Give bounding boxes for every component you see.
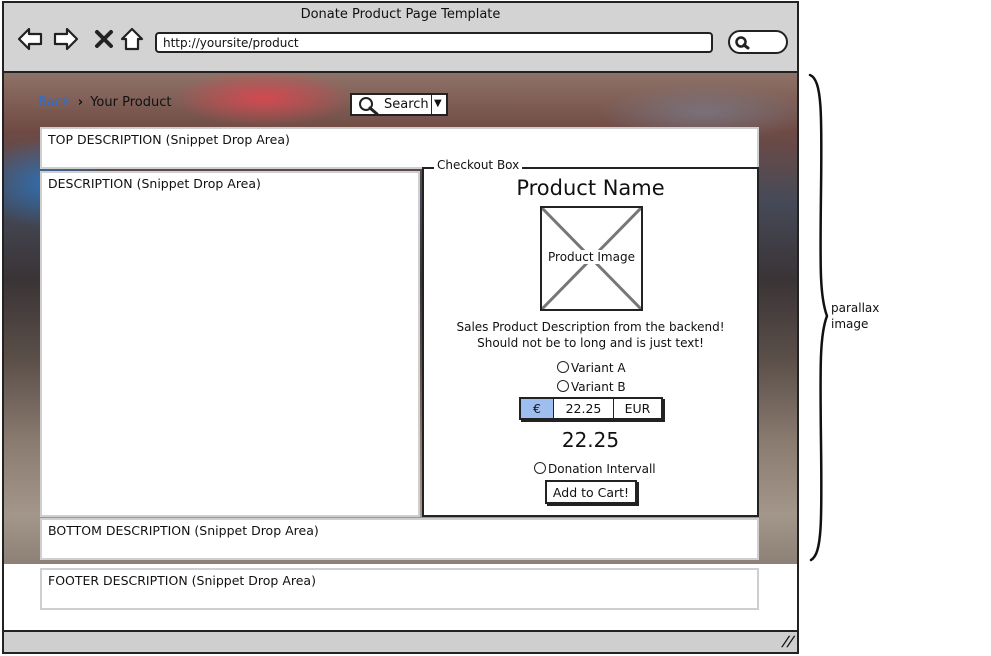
- search-label: Search: [384, 97, 429, 112]
- currency-code-button[interactable]: EUR: [614, 399, 661, 418]
- variant-b-label: Variant B: [571, 380, 626, 394]
- sales-description-line: Sales Product Description from the backe…: [456, 320, 725, 334]
- top-description-area[interactable]: TOP DESCRIPTION (Snippet Drop Area): [40, 127, 759, 169]
- radio-icon: [557, 361, 569, 373]
- variant-a-radio[interactable]: Variant A: [557, 361, 626, 375]
- resize-grip-icon[interactable]: //: [780, 634, 796, 650]
- donation-interval-label: Donation Intervall: [548, 462, 656, 476]
- bottom-description-area[interactable]: BOTTOM DESCRIPTION (Snippet Drop Area): [40, 518, 759, 560]
- footer-description-area[interactable]: FOOTER DESCRIPTION (Snippet Drop Area): [40, 568, 759, 610]
- search-icon: [359, 97, 379, 116]
- close-icon[interactable]: [90, 25, 118, 53]
- chevron-right-icon: ›: [77, 95, 84, 110]
- browser-titlebar: Donate Product Page Template http://your…: [4, 3, 797, 73]
- home-icon[interactable]: [118, 25, 146, 53]
- url-bar[interactable]: http://yoursite/product: [155, 32, 713, 53]
- curly-brace-icon: [808, 72, 830, 566]
- product-name: Product Name: [516, 176, 665, 200]
- breadcrumb: Back › Your Product: [38, 95, 171, 110]
- annotation-line: image: [831, 317, 869, 331]
- search-dropdown-toggle[interactable]: ▼: [431, 95, 447, 114]
- radio-icon: [534, 462, 546, 474]
- price-display: 22.25: [561, 428, 620, 452]
- donation-interval-radio[interactable]: Donation Intervall: [534, 462, 656, 476]
- add-to-cart-button[interactable]: Add to Cart!: [545, 480, 637, 504]
- product-image-label: Product Image: [545, 250, 638, 264]
- product-image: Product Image: [540, 206, 643, 311]
- window-title: Donate Product Page Template: [300, 7, 501, 22]
- browser-statusbar: //: [4, 630, 797, 652]
- annotation-line: parallax: [831, 301, 880, 315]
- search-icon: [735, 36, 750, 50]
- arrow-right-icon[interactable]: [52, 25, 80, 53]
- search-button[interactable]: Search ▼: [350, 93, 448, 116]
- arrow-left-icon[interactable]: [16, 25, 44, 53]
- donation-amount-group: € 22.25 EUR: [519, 397, 663, 420]
- parallax-annotation: parallax image: [831, 300, 901, 332]
- checkout-box-title: Checkout Box: [434, 158, 523, 172]
- currency-symbol-button[interactable]: €: [521, 399, 554, 418]
- chevron-down-icon: ▼: [434, 98, 442, 109]
- amount-input[interactable]: 22.25: [554, 399, 614, 418]
- description-area[interactable]: DESCRIPTION (Snippet Drop Area): [40, 171, 420, 517]
- variant-a-label: Variant A: [571, 361, 626, 375]
- sales-description-line: Should not be to long and is just text!: [477, 336, 704, 350]
- browser-search-field[interactable]: [728, 30, 788, 54]
- radio-icon: [557, 380, 569, 392]
- sales-description: Sales Product Description from the backe…: [422, 319, 759, 351]
- variant-b-radio[interactable]: Variant B: [557, 380, 626, 394]
- breadcrumb-current: Your Product: [90, 95, 172, 110]
- breadcrumb-back-link[interactable]: Back: [38, 95, 70, 110]
